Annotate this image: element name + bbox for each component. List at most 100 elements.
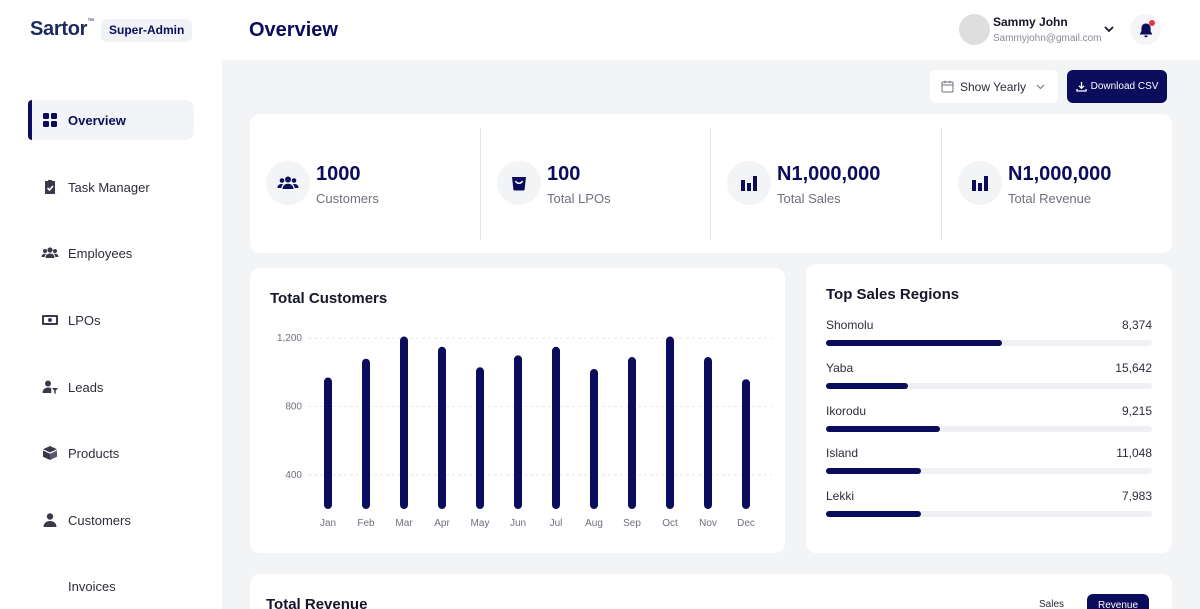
money-icon <box>41 311 59 329</box>
sidebar-item-label: Employees <box>68 245 133 261</box>
page-title: Overview <box>249 19 338 41</box>
box-icon <box>41 444 59 462</box>
region-name: Yaba <box>826 361 854 375</box>
bar-may[interactable] <box>476 367 484 509</box>
region-row: Shomolu 8,374 <box>826 318 1152 358</box>
region-progress-fill <box>826 468 921 474</box>
x-tick-label: Dec <box>737 518 755 529</box>
stat-value: N1,000,000 <box>777 163 881 185</box>
y-tick-label: 1,200 <box>277 333 302 344</box>
x-tick-label: Apr <box>434 518 450 529</box>
tab-sales[interactable]: Sales <box>1039 599 1064 609</box>
region-progress-track <box>826 468 1152 474</box>
user-email: Sammyjohn@gmail.com <box>993 33 1102 44</box>
region-name: Lekki <box>826 489 855 503</box>
bar-jul[interactable] <box>552 346 560 509</box>
stat-label: Customers <box>316 191 379 206</box>
y-tick-label: 400 <box>285 470 302 481</box>
sidebar-item-products[interactable]: Products <box>28 433 194 473</box>
stat-total-revenue: N1,000,000 Total Revenue <box>942 114 1172 253</box>
user-filter-icon <box>41 378 59 396</box>
sidebar: Sartor™ Super-Admin Overview Task Manage… <box>0 0 222 609</box>
download-icon <box>1075 82 1087 92</box>
period-select-value: Show Yearly <box>960 79 1027 94</box>
total-revenue-card: Total Revenue Sales Revenue <box>250 574 1172 609</box>
region-name: Island <box>826 446 859 460</box>
region-value: 15,642 <box>1115 361 1152 375</box>
sidebar-item-overview[interactable]: Overview <box>28 100 194 140</box>
stat-label: Total Sales <box>777 191 841 206</box>
x-tick-label: Oct <box>662 518 678 529</box>
x-tick-label: Nov <box>699 518 717 529</box>
bar-sep[interactable] <box>628 357 636 509</box>
sidebar-item-leads[interactable]: Leads <box>28 367 194 407</box>
bar-feb[interactable] <box>362 358 370 509</box>
main-content: Show Yearly Download CSV 1000 Customers … <box>222 60 1200 609</box>
users-icon <box>41 244 59 262</box>
total-customers-card: Total Customers 1,200 800 400 Jan Feb Mar Apr M… <box>250 268 785 553</box>
region-progress-track <box>826 511 1152 517</box>
sidebar-item-label: Task Manager <box>68 179 150 195</box>
period-select[interactable]: Show Yearly <box>930 70 1058 103</box>
region-progress-track <box>826 426 1152 432</box>
bar-chart-icon <box>958 161 1002 205</box>
region-progress-fill <box>826 383 908 389</box>
avatar[interactable] <box>959 14 990 45</box>
region-value: 8,374 <box>1121 318 1152 332</box>
stat-label: Total Revenue <box>1008 191 1092 206</box>
user-name: Sammy John <box>993 15 1068 29</box>
bar-jan[interactable] <box>324 377 332 509</box>
sidebar-item-label: Leads <box>68 379 104 395</box>
bar-dec[interactable] <box>742 379 750 509</box>
sidebar-item-task-manager[interactable]: Task Manager <box>28 167 194 207</box>
y-tick-label: 800 <box>285 402 302 413</box>
sidebar-item-label: Customers <box>68 512 131 528</box>
invoice-icon <box>41 577 59 595</box>
calendar-icon <box>941 80 954 93</box>
revenue-title: Total Revenue <box>266 596 368 609</box>
sidebar-item-lpos[interactable]: LPOs <box>28 300 194 340</box>
basket-icon <box>497 161 541 205</box>
bar-mar[interactable] <box>400 336 408 509</box>
x-tick-label: Mar <box>395 518 413 529</box>
region-progress-track <box>826 340 1152 346</box>
stat-value: 1000 <box>316 163 361 185</box>
download-csv-label: Download CSV <box>1090 81 1159 92</box>
bar-apr[interactable] <box>438 346 446 509</box>
notification-button[interactable] <box>1130 14 1161 45</box>
sidebar-item-label: Overview <box>68 112 126 128</box>
bar-nov[interactable] <box>704 357 712 509</box>
x-tick-label: Jan <box>320 518 336 529</box>
sidebar-item-invoices[interactable]: Invoices <box>28 566 194 606</box>
chevron-down-icon[interactable] <box>1102 22 1116 36</box>
top-header: Overview Sammy John Sammyjohn@gmail.com <box>222 0 1200 60</box>
app: Sartor™ Super-Admin Overview Task Manage… <box>0 0 1200 609</box>
sidebar-item-customers[interactable]: Customers <box>28 500 194 540</box>
x-tick-label: Aug <box>585 518 603 529</box>
customers-bar-chart: 1,200 800 400 Jan Feb Mar Apr May Jun Jul Aug Sep Oc… <box>277 333 772 529</box>
stats-card: 1000 Customers 100 Total LPOs N1,000,000… <box>250 114 1172 253</box>
sidebar-item-employees[interactable]: Employees <box>28 233 194 273</box>
region-value: 11,048 <box>1116 446 1152 460</box>
user-icon <box>41 511 59 529</box>
notification-dot <box>1149 20 1155 26</box>
bar-aug[interactable] <box>590 368 598 509</box>
users-icon <box>266 161 310 205</box>
region-row: Lekki 7,983 <box>826 489 1152 529</box>
region-value: 7,983 <box>1121 489 1152 503</box>
bar-oct[interactable] <box>666 336 674 509</box>
download-csv-button[interactable]: Download CSV <box>1067 70 1167 103</box>
bar-jun[interactable] <box>514 355 522 509</box>
x-tick-label: Feb <box>357 518 375 529</box>
logo: Sartor™ <box>30 18 94 40</box>
stat-customers: 1000 Customers <box>250 114 480 253</box>
region-progress-track <box>826 383 1152 389</box>
region-progress-fill <box>826 511 921 517</box>
clipboard-check-icon <box>41 178 59 196</box>
region-row: Island 11,048 <box>826 446 1152 486</box>
tab-revenue[interactable]: Revenue <box>1087 594 1149 609</box>
x-tick-label: Jul <box>550 518 563 529</box>
x-tick-label: Sep <box>623 518 641 529</box>
region-progress-fill <box>826 426 941 432</box>
stat-total-lpos: 100 Total LPOs <box>481 114 711 253</box>
